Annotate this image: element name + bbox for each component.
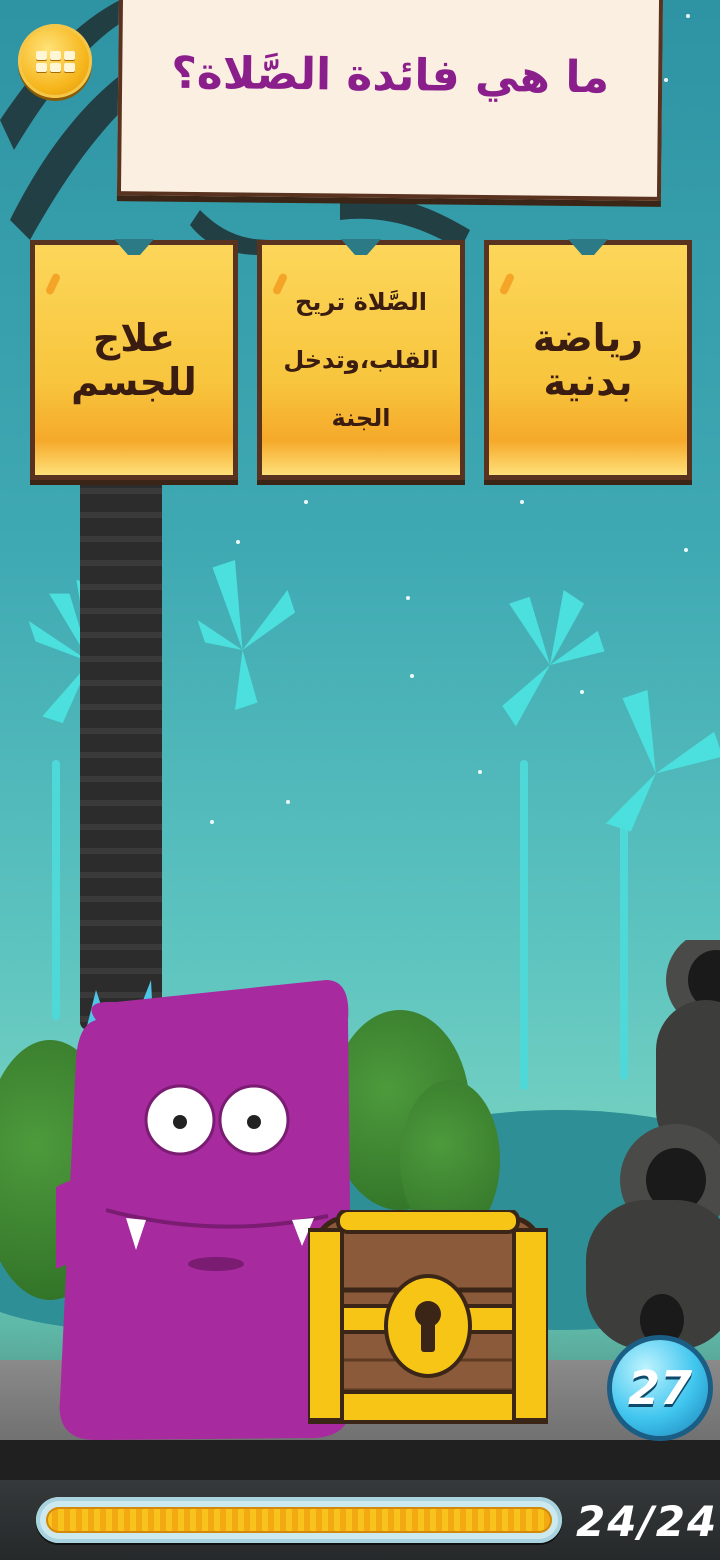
star-decoration xyxy=(210,820,214,824)
stone-pots-decoration xyxy=(586,940,720,1350)
progress-label: 24/24 xyxy=(576,1497,719,1546)
ground-edge xyxy=(0,1440,720,1480)
answer-text-3: رياضة بدنية xyxy=(532,316,644,404)
coin-counter-badge: 27 xyxy=(612,1340,708,1436)
grid-menu-icon xyxy=(35,50,75,72)
star-decoration xyxy=(304,500,308,504)
answer-card-3[interactable]: رياضة بدنية xyxy=(484,240,692,480)
star-decoration xyxy=(478,770,482,774)
coin-count: 27 xyxy=(627,1361,692,1415)
menu-button[interactable] xyxy=(18,24,92,98)
answer-text-2: الصَّلاة تريح القلب،وتدخل الجنة xyxy=(283,288,439,432)
palm-leaves-far-right xyxy=(605,690,720,832)
tree-trunk xyxy=(80,470,162,1030)
answer-text-1: علاج للجسم xyxy=(71,316,197,404)
answer-card-1[interactable]: علاج للجسم xyxy=(30,240,238,480)
question-text: ما هي فائدة الصَّلاة؟ xyxy=(171,47,610,104)
progress-bar xyxy=(36,1497,562,1543)
palm-leaves-center xyxy=(197,560,295,710)
star-decoration xyxy=(520,500,524,504)
progress-fill xyxy=(46,1507,552,1533)
star-decoration xyxy=(406,596,410,600)
star-decoration xyxy=(410,674,414,678)
answer-card-2[interactable]: الصَّلاة تريح القلب،وتدخل الجنة xyxy=(257,240,465,480)
game-scene: ما هي فائدة الصَّلاة؟ علاج للجسم الصَّلا… xyxy=(0,0,720,1560)
card-glare xyxy=(44,272,62,296)
question-board: ما هي فائدة الصَّلاة؟ xyxy=(116,0,664,201)
treasure-chest[interactable] xyxy=(308,1210,548,1430)
star-decoration xyxy=(286,800,290,804)
star-decoration xyxy=(684,548,688,552)
card-glare xyxy=(498,272,516,296)
star-decoration xyxy=(236,540,240,544)
